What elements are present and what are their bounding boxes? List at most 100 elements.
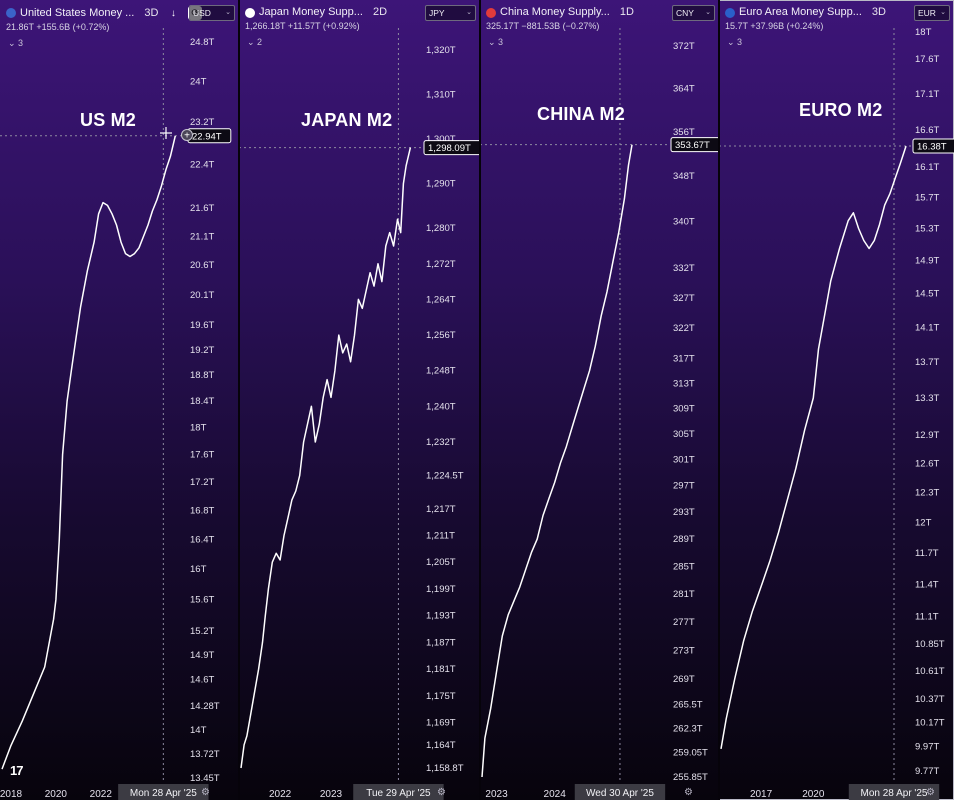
y-tick-label: 372T [673, 41, 695, 52]
chart-layout: United States Money ...3D↓⟳21.86T +155.6… [0, 0, 954, 800]
y-tick-label: 18.4T [190, 396, 214, 407]
x-tick-label: 2022 [269, 789, 292, 800]
x-tick-label: 2023 [485, 789, 508, 800]
y-tick-label: 1,248T [426, 366, 456, 377]
settings-gear-icon[interactable]: ⚙ [926, 787, 935, 798]
y-tick-label: 13.7T [915, 357, 939, 368]
series-line [720, 145, 907, 750]
y-tick-label: 1,256T [426, 330, 456, 341]
settings-gear-icon[interactable]: ⚙ [437, 787, 446, 798]
y-tick-label: 24T [190, 76, 207, 87]
date-badge-label: Mon 28 Apr '25 [130, 788, 197, 799]
date-badge-label: Wed 30 Apr '25 [586, 788, 654, 799]
y-tick-label: 12T [915, 517, 932, 528]
y-tick-label: 1,169T [426, 718, 456, 729]
chart-title: CHINA M2 [537, 104, 625, 124]
y-tick-label: 13.45T [190, 773, 220, 784]
y-tick-label: 13.3T [915, 393, 939, 404]
y-tick-label: 17.6T [915, 54, 939, 65]
y-tick-label: 1,187T [426, 637, 456, 648]
y-tick-label: 332T [673, 263, 695, 274]
y-tick-label: 255.85T [673, 772, 708, 783]
y-tick-label: 14.9T [915, 256, 939, 267]
y-tick-label: 14.1T [915, 322, 939, 333]
panel-divider[interactable] [479, 0, 481, 800]
y-tick-label: 12.3T [915, 487, 939, 498]
y-tick-label: 273T [673, 645, 695, 656]
y-tick-label: 16.1T [915, 162, 939, 173]
y-tick-label: 340T [673, 217, 695, 228]
y-tick-label: 15.7T [915, 192, 939, 203]
x-tick-label: 2017 [750, 789, 773, 800]
y-tick-label: 10.37T [915, 694, 945, 705]
y-tick-label: 16T [190, 564, 207, 575]
y-tick-label: 9.97T [915, 741, 939, 752]
y-tick-label: 1,224.5T [426, 470, 464, 481]
settings-gear-icon[interactable]: ⚙ [201, 787, 210, 798]
y-tick-label: 1,264T [426, 294, 456, 305]
last-price-label: 22.94T [192, 131, 222, 142]
y-tick-label: 23.2T [190, 117, 214, 128]
y-tick-label: 17.1T [915, 89, 939, 100]
y-tick-label: 285T [673, 561, 695, 572]
chart-panel-jp[interactable]: Japan Money Supp... 2D 1,266.18T +11.57T (… [239, 0, 480, 800]
y-tick-label: 14T [190, 725, 207, 736]
y-tick-label: 12.6T [915, 458, 939, 469]
chart-panel-eu[interactable]: Euro Area Money Supp... 3D 15.7T +37.96B (… [719, 0, 954, 800]
y-tick-label: 14.28T [190, 701, 220, 712]
y-tick-label: 277T [673, 617, 695, 628]
y-tick-label: 1,193T [426, 611, 456, 622]
x-tick-label: 2022 [90, 789, 113, 800]
y-tick-label: 18T [915, 27, 932, 38]
y-tick-label: 22.4T [190, 159, 214, 170]
y-tick-label: 20.1T [190, 290, 214, 301]
y-tick-label: 1,211T [426, 530, 455, 541]
y-tick-label: 1,290T [426, 179, 456, 190]
y-tick-label: 19.2T [190, 345, 214, 356]
x-tick-label: 2020 [45, 789, 68, 800]
chart-panel-cn[interactable]: China Money Supply... 1D 325.17T −881.53B … [480, 0, 719, 800]
y-tick-label: 15.2T [190, 626, 214, 637]
y-tick-label: 293T [673, 507, 695, 518]
y-tick-label: 305T [673, 429, 695, 440]
y-tick-label: 9.77T [915, 766, 939, 777]
y-tick-label: 21.6T [190, 203, 214, 214]
y-tick-label: 16.4T [190, 534, 214, 545]
y-tick-label: 348T [673, 171, 695, 182]
y-tick-label: 10.17T [915, 717, 945, 728]
y-tick-label: 17.2T [190, 477, 214, 488]
y-tick-label: 19.6T [190, 320, 214, 331]
y-tick-label: 297T [673, 481, 695, 492]
y-tick-label: 24.8T [190, 37, 214, 48]
y-tick-label: 12.9T [915, 430, 939, 441]
y-tick-label: 265.5T [673, 700, 703, 711]
y-tick-label: 262.3T [673, 723, 703, 734]
y-tick-label: 1,158.8T [426, 763, 464, 774]
x-tick-label: 2018 [0, 789, 23, 800]
y-tick-label: 1,280T [426, 223, 456, 234]
y-tick-label: 327T [673, 293, 695, 304]
y-tick-label: 15.6T [190, 595, 214, 606]
chart-title: US M2 [80, 110, 137, 130]
panel-divider[interactable] [238, 0, 240, 800]
y-tick-label: 10.85T [915, 639, 945, 650]
tradingview-logo[interactable]: 17 [10, 763, 24, 778]
series-line [240, 147, 412, 769]
y-tick-label: 1,272T [426, 259, 456, 270]
y-tick-label: 364T [673, 83, 695, 94]
y-tick-label: 21.1T [190, 231, 214, 242]
panel-divider[interactable] [718, 0, 720, 800]
settings-gear-icon[interactable]: ⚙ [684, 787, 693, 798]
y-tick-label: 17.6T [190, 450, 214, 461]
y-tick-label: 1,232T [426, 437, 456, 448]
last-price-label: 353.67T [675, 140, 710, 151]
y-tick-label: 14.5T [915, 288, 939, 299]
y-tick-label: 16.6T [915, 125, 939, 136]
y-tick-label: 11.1T [915, 612, 939, 623]
y-tick-label: 1,205T [426, 557, 456, 568]
series-line [481, 144, 633, 778]
x-tick-label: 2020 [802, 789, 825, 800]
y-tick-label: 18.8T [190, 370, 214, 381]
chart-panel-us[interactable]: United States Money ...3D↓⟳21.86T +155.6… [0, 0, 239, 800]
y-tick-label: 15.3T [915, 224, 939, 235]
